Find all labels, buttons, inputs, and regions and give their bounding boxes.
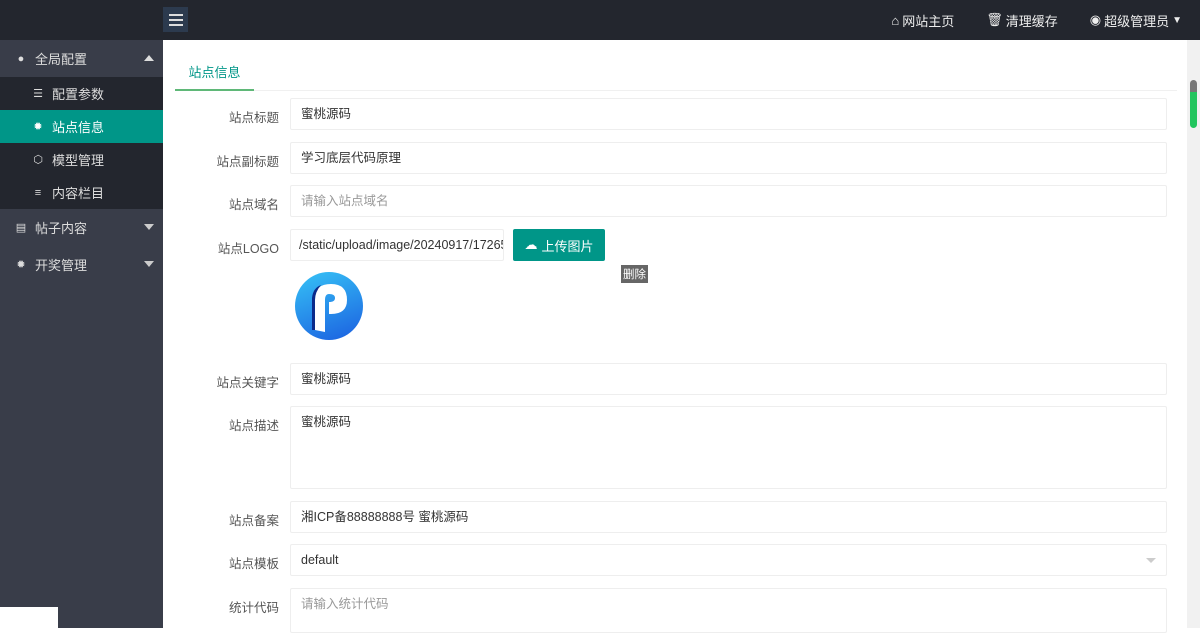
trash-icon: 🗑 xyxy=(986,12,1003,27)
sidebar-item-site-info[interactable]: ✹ 站点信息 xyxy=(0,110,163,143)
user-icon: ◉ xyxy=(1089,12,1102,27)
chevron-up-icon xyxy=(144,55,154,61)
label-title: 站点标题 xyxy=(228,111,279,125)
label-logo: 站点LOGO xyxy=(217,242,279,256)
site-home-link[interactable]: ⌂ 网站主页 xyxy=(891,11,954,30)
chevron-down-icon xyxy=(144,261,154,267)
document-icon: ▤ xyxy=(15,222,27,234)
site-description-textarea[interactable]: 蜜桃源码 xyxy=(290,406,1167,489)
sliders-icon: ☰ xyxy=(33,88,43,100)
tab-site-info[interactable]: 站点信息 xyxy=(175,60,254,91)
chevron-down-icon xyxy=(1146,558,1156,563)
site-subtitle-input[interactable]: 学习底层代码原理 xyxy=(290,142,1167,174)
delete-image-button[interactable]: 删除 xyxy=(621,265,648,283)
scrollbar[interactable] xyxy=(1187,40,1200,628)
sidebar-group-lottery[interactable]: ✹ 开奖管理 xyxy=(0,246,163,283)
label-template: 站点模板 xyxy=(228,557,279,571)
sidebar-item-model-manage[interactable]: ⬡ 模型管理 xyxy=(0,143,163,176)
stats-code-textarea[interactable]: 请输入统计代码 xyxy=(290,588,1167,633)
site-template-select[interactable]: default xyxy=(290,544,1167,576)
main-content: 站点信息 站点标题 蜜桃源码 站点副标题 学习底层代码原理 站点域名 请输入站点域名 … xyxy=(163,40,1187,633)
logo-path-input[interactable]: /static/upload/image/20240917/1726584 xyxy=(290,229,504,261)
upload-image-button[interactable]: ☁ 上传图片 xyxy=(513,229,605,261)
label-domain: 站点域名 xyxy=(228,198,279,212)
sidebar-item-config-params[interactable]: ☰ 配置参数 xyxy=(0,77,163,110)
top-bar: ⌂ 网站主页 🗑 清理缓存 ◉ 超级管理员 ▼ xyxy=(0,0,1200,40)
gear-icon: ✹ xyxy=(33,121,43,133)
sidebar-group-global-config[interactable]: ● 全局配置 xyxy=(0,40,163,77)
blank-corner xyxy=(0,607,58,628)
gear-icon: ✹ xyxy=(16,259,26,271)
label-subtitle: 站点副标题 xyxy=(216,155,279,169)
label-icp: 站点备案 xyxy=(228,514,279,528)
site-icp-input[interactable]: 湘ICP备88888888号 蜜桃源码 xyxy=(290,501,1167,533)
list-icon: ≡ xyxy=(34,186,42,199)
site-title-input[interactable]: 蜜桃源码 xyxy=(290,98,1167,130)
site-keywords-input[interactable]: 蜜桃源码 xyxy=(290,363,1167,395)
label-keywords: 站点关键字 xyxy=(216,376,279,390)
label-description: 站点描述 xyxy=(228,419,279,433)
globe-icon: ● xyxy=(17,52,25,65)
cloud-upload-icon: ☁ xyxy=(524,237,538,252)
home-icon: ⌂ xyxy=(891,12,900,28)
menu-toggle-button[interactable] xyxy=(163,7,188,32)
label-stats: 统计代码 xyxy=(228,601,279,615)
scrollbar-thumb[interactable] xyxy=(1190,80,1197,128)
clear-cache-link[interactable]: 🗑 清理缓存 xyxy=(986,11,1058,30)
site-domain-input[interactable]: 请输入站点域名 xyxy=(290,185,1167,217)
sidebar-group-posts[interactable]: ▤ 帖子内容 xyxy=(0,209,163,246)
site-logo-image xyxy=(295,272,363,340)
user-menu[interactable]: ◉ 超级管理员 ▼ xyxy=(1090,11,1182,30)
sidebar: ● 全局配置 ☰ 配置参数 ✹ 站点信息 ⬡ 模型管理 ≡ 内容栏目 ▤ 帖子内容 ✹ 开奖管… xyxy=(0,40,163,628)
sidebar-item-content-columns[interactable]: ≡ 内容栏目 xyxy=(0,176,163,209)
cube-icon: ⬡ xyxy=(33,154,43,166)
chevron-down-icon xyxy=(144,224,154,230)
caret-down-icon: ▼ xyxy=(1172,14,1182,26)
